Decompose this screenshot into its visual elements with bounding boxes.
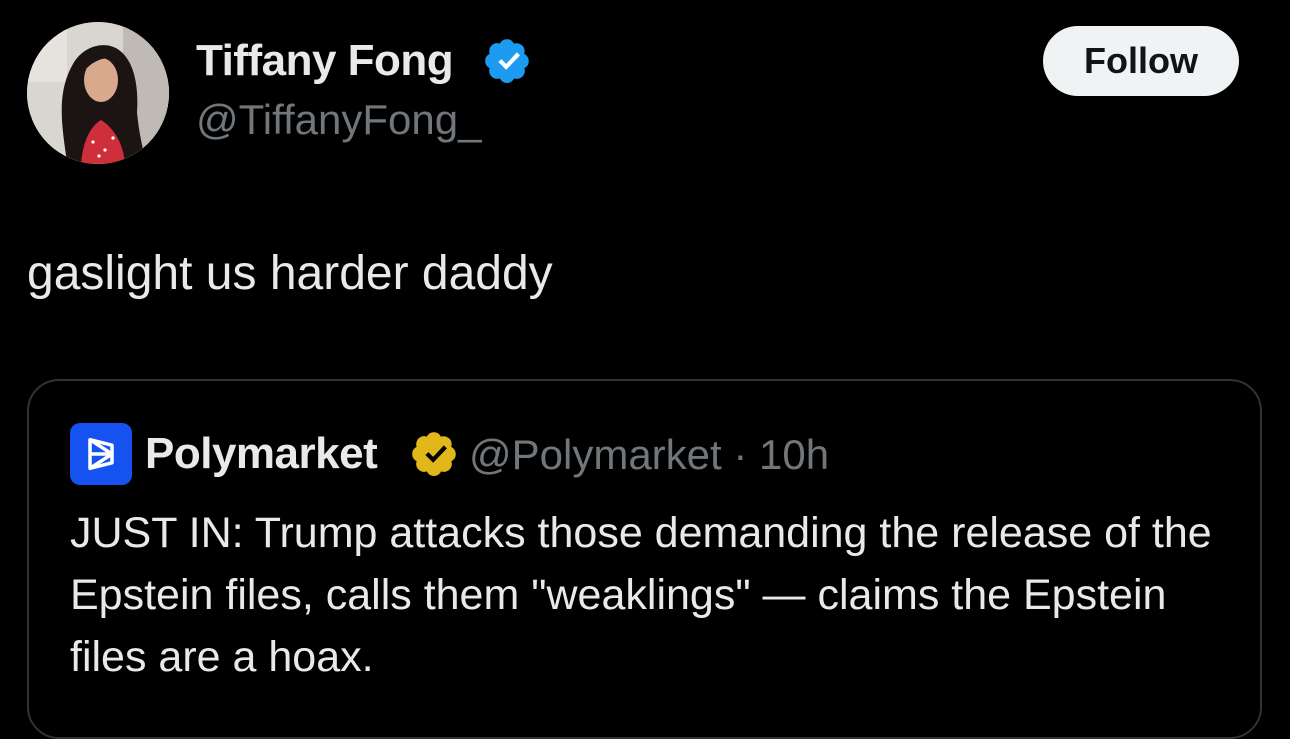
quoted-author-display-name[interactable]: Polymarket [145, 429, 378, 479]
author-avatar[interactable] [27, 22, 169, 164]
author-handle[interactable]: @TiffanyFong_ [196, 96, 481, 144]
quoted-tweet-meta: @Polymarket · 10h [469, 431, 829, 479]
polymarket-logo-glyph [88, 437, 114, 471]
quoted-author-handle[interactable]: @Polymarket [469, 431, 722, 478]
quoted-tweet-timestamp[interactable]: 10h [759, 431, 829, 478]
author-display-name[interactable]: Tiffany Fong [196, 36, 454, 86]
tweet-text: gaslight us harder daddy [27, 247, 553, 300]
quoted-tweet-card[interactable]: Polymarket @Polymarket · 10h JUST IN: Tr… [27, 379, 1262, 739]
avatar-photo [27, 22, 169, 164]
verified-badge-icon [485, 39, 529, 83]
polymarket-logo-icon[interactable] [70, 423, 132, 485]
verified-gold-badge-icon [412, 432, 456, 476]
follow-button[interactable]: Follow [1043, 26, 1239, 96]
meta-separator: · [733, 431, 748, 478]
quoted-tweet-text: JUST IN: Trump attacks those demanding t… [70, 509, 1212, 681]
